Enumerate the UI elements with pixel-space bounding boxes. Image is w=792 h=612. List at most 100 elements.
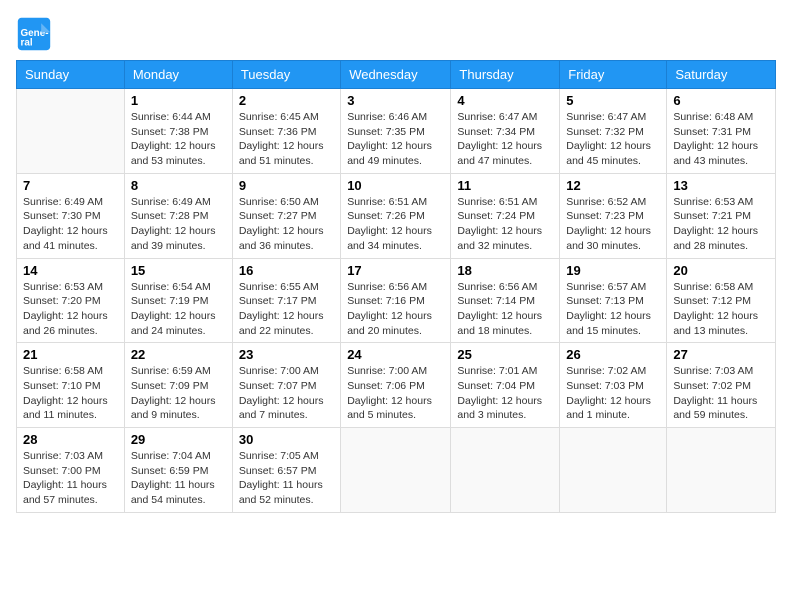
day-cell: 9 Sunrise: 6:50 AM Sunset: 7:27 PM Daylig…: [232, 173, 340, 258]
day-number: 30: [239, 432, 334, 447]
day-info: Sunrise: 6:45 AM Sunset: 7:36 PM Dayligh…: [239, 110, 334, 169]
day-number: 24: [347, 347, 444, 362]
logo: Gene- ral: [16, 16, 56, 52]
day-cell: 26 Sunrise: 7:02 AM Sunset: 7:03 PM Dayli…: [560, 343, 667, 428]
day-cell: 1 Sunrise: 6:44 AM Sunset: 7:38 PM Daylig…: [124, 89, 232, 174]
day-info: Sunrise: 6:47 AM Sunset: 7:32 PM Dayligh…: [566, 110, 660, 169]
day-info: Sunrise: 7:00 AM Sunset: 7:07 PM Dayligh…: [239, 364, 334, 423]
col-header-saturday: Saturday: [667, 61, 776, 89]
day-info: Sunrise: 7:03 AM Sunset: 7:00 PM Dayligh…: [23, 449, 118, 508]
day-cell: 6 Sunrise: 6:48 AM Sunset: 7:31 PM Daylig…: [667, 89, 776, 174]
day-number: 19: [566, 263, 660, 278]
day-cell: 15 Sunrise: 6:54 AM Sunset: 7:19 PM Dayli…: [124, 258, 232, 343]
day-info: Sunrise: 6:55 AM Sunset: 7:17 PM Dayligh…: [239, 280, 334, 339]
day-info: Sunrise: 6:52 AM Sunset: 7:23 PM Dayligh…: [566, 195, 660, 254]
day-cell: 10 Sunrise: 6:51 AM Sunset: 7:26 PM Dayli…: [341, 173, 451, 258]
day-number: 2: [239, 93, 334, 108]
day-cell: 3 Sunrise: 6:46 AM Sunset: 7:35 PM Daylig…: [341, 89, 451, 174]
day-cell: 13Sunrise: 6:53 AM Sunset: 7:21 PM Dayli…: [667, 173, 776, 258]
svg-text:ral: ral: [21, 38, 33, 49]
day-info: Sunrise: 6:58 AM Sunset: 7:12 PM Dayligh…: [673, 280, 769, 339]
day-cell: 7 Sunrise: 6:49 AM Sunset: 7:30 PM Daylig…: [17, 173, 125, 258]
logo-icon: Gene- ral: [16, 16, 52, 52]
day-number: 12: [566, 178, 660, 193]
week-row-1: 1 Sunrise: 6:44 AM Sunset: 7:38 PM Daylig…: [17, 89, 776, 174]
day-cell: 18Sunrise: 6:56 AM Sunset: 7:14 PM Dayli…: [451, 258, 560, 343]
day-info: Sunrise: 6:54 AM Sunset: 7:19 PM Dayligh…: [131, 280, 226, 339]
day-number: 14: [23, 263, 118, 278]
day-cell: 19 Sunrise: 6:57 AM Sunset: 7:13 PM Dayli…: [560, 258, 667, 343]
day-cell: 2 Sunrise: 6:45 AM Sunset: 7:36 PM Daylig…: [232, 89, 340, 174]
day-info: Sunrise: 6:48 AM Sunset: 7:31 PM Dayligh…: [673, 110, 769, 169]
day-info: Sunrise: 6:59 AM Sunset: 7:09 PM Dayligh…: [131, 364, 226, 423]
day-number: 23: [239, 347, 334, 362]
day-cell: [667, 428, 776, 513]
day-number: 13: [673, 178, 769, 193]
day-cell: [17, 89, 125, 174]
day-cell: 30Sunrise: 7:05 AM Sunset: 6:57 PM Dayli…: [232, 428, 340, 513]
day-info: Sunrise: 6:49 AM Sunset: 7:30 PM Dayligh…: [23, 195, 118, 254]
day-info: Sunrise: 6:44 AM Sunset: 7:38 PM Dayligh…: [131, 110, 226, 169]
col-header-wednesday: Wednesday: [341, 61, 451, 89]
day-number: 29: [131, 432, 226, 447]
day-number: 7: [23, 178, 118, 193]
day-cell: 23 Sunrise: 7:00 AM Sunset: 7:07 PM Dayli…: [232, 343, 340, 428]
day-cell: 14 Sunrise: 6:53 AM Sunset: 7:20 PM Dayli…: [17, 258, 125, 343]
day-cell: 8Sunrise: 6:49 AM Sunset: 7:28 PM Daylig…: [124, 173, 232, 258]
day-info: Sunrise: 6:53 AM Sunset: 7:20 PM Dayligh…: [23, 280, 118, 339]
day-cell: 20 Sunrise: 6:58 AM Sunset: 7:12 PM Dayli…: [667, 258, 776, 343]
day-cell: [451, 428, 560, 513]
day-info: Sunrise: 7:03 AM Sunset: 7:02 PM Dayligh…: [673, 364, 769, 423]
day-info: Sunrise: 6:50 AM Sunset: 7:27 PM Dayligh…: [239, 195, 334, 254]
week-row-3: 14 Sunrise: 6:53 AM Sunset: 7:20 PM Dayli…: [17, 258, 776, 343]
day-cell: 25 Sunrise: 7:01 AM Sunset: 7:04 PM Dayli…: [451, 343, 560, 428]
col-header-tuesday: Tuesday: [232, 61, 340, 89]
col-header-sunday: Sunday: [17, 61, 125, 89]
day-number: 26: [566, 347, 660, 362]
day-cell: 29 Sunrise: 7:04 AM Sunset: 6:59 PM Dayli…: [124, 428, 232, 513]
day-info: Sunrise: 6:56 AM Sunset: 7:14 PM Dayligh…: [457, 280, 553, 339]
day-cell: 4Sunrise: 6:47 AM Sunset: 7:34 PM Daylig…: [451, 89, 560, 174]
day-number: 25: [457, 347, 553, 362]
day-number: 6: [673, 93, 769, 108]
col-header-friday: Friday: [560, 61, 667, 89]
day-cell: 17 Sunrise: 6:56 AM Sunset: 7:16 PM Dayli…: [341, 258, 451, 343]
day-info: Sunrise: 6:51 AM Sunset: 7:24 PM Dayligh…: [457, 195, 553, 254]
col-header-thursday: Thursday: [451, 61, 560, 89]
day-number: 17: [347, 263, 444, 278]
day-info: Sunrise: 7:04 AM Sunset: 6:59 PM Dayligh…: [131, 449, 226, 508]
day-cell: 11Sunrise: 6:51 AM Sunset: 7:24 PM Dayli…: [451, 173, 560, 258]
day-cell: 16 Sunrise: 6:55 AM Sunset: 7:17 PM Dayli…: [232, 258, 340, 343]
day-info: Sunrise: 6:46 AM Sunset: 7:35 PM Dayligh…: [347, 110, 444, 169]
day-info: Sunrise: 7:01 AM Sunset: 7:04 PM Dayligh…: [457, 364, 553, 423]
day-info: Sunrise: 7:02 AM Sunset: 7:03 PM Dayligh…: [566, 364, 660, 423]
header-row: SundayMondayTuesdayWednesdayThursdayFrid…: [17, 61, 776, 89]
day-number: 3: [347, 93, 444, 108]
day-cell: [560, 428, 667, 513]
day-number: 20: [673, 263, 769, 278]
day-cell: 27 Sunrise: 7:03 AM Sunset: 7:02 PM Dayli…: [667, 343, 776, 428]
day-number: 4: [457, 93, 553, 108]
day-number: 1: [131, 93, 226, 108]
day-number: 9: [239, 178, 334, 193]
day-info: Sunrise: 6:58 AM Sunset: 7:10 PM Dayligh…: [23, 364, 118, 423]
day-cell: 24Sunrise: 7:00 AM Sunset: 7:06 PM Dayli…: [341, 343, 451, 428]
week-row-5: 28 Sunrise: 7:03 AM Sunset: 7:00 PM Dayli…: [17, 428, 776, 513]
day-number: 22: [131, 347, 226, 362]
day-cell: 28 Sunrise: 7:03 AM Sunset: 7:00 PM Dayli…: [17, 428, 125, 513]
day-info: Sunrise: 6:57 AM Sunset: 7:13 PM Dayligh…: [566, 280, 660, 339]
page-header: Gene- ral: [16, 16, 776, 52]
day-info: Sunrise: 6:49 AM Sunset: 7:28 PM Dayligh…: [131, 195, 226, 254]
day-cell: 22 Sunrise: 6:59 AM Sunset: 7:09 PM Dayli…: [124, 343, 232, 428]
day-number: 5: [566, 93, 660, 108]
day-cell: 12 Sunrise: 6:52 AM Sunset: 7:23 PM Dayli…: [560, 173, 667, 258]
day-info: Sunrise: 6:51 AM Sunset: 7:26 PM Dayligh…: [347, 195, 444, 254]
day-number: 28: [23, 432, 118, 447]
day-number: 15: [131, 263, 226, 278]
week-row-4: 21 Sunrise: 6:58 AM Sunset: 7:10 PM Dayli…: [17, 343, 776, 428]
day-info: Sunrise: 6:56 AM Sunset: 7:16 PM Dayligh…: [347, 280, 444, 339]
day-number: 21: [23, 347, 118, 362]
day-number: 27: [673, 347, 769, 362]
day-number: 10: [347, 178, 444, 193]
day-number: 16: [239, 263, 334, 278]
